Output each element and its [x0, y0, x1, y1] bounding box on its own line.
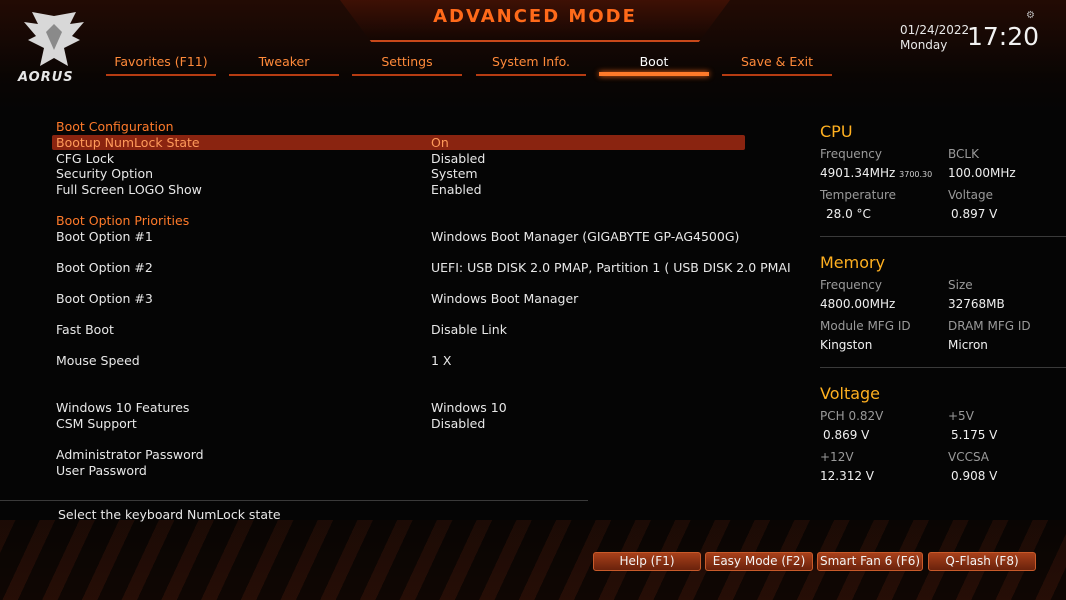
dram-mfg-label: DRAM MFG ID: [948, 319, 1031, 333]
tab-label: Tweaker: [258, 54, 310, 69]
brand-logo-text: AORUS: [18, 70, 74, 85]
setting-value: UEFI: USB DISK 2.0 PMAP, Partition 1 ( U…: [431, 260, 791, 275]
tab-label: Save & Exit: [740, 54, 814, 69]
memory-size-label: Size: [948, 278, 973, 292]
smart-fan-button[interactable]: Smart Fan 6 (F6): [817, 552, 923, 571]
cpu-frequency-main: 4901.34MHz: [820, 166, 896, 180]
setting-bootup-numlock[interactable]: Bootup NumLock State On: [52, 135, 745, 150]
vccsa-label: VCCSA: [948, 450, 990, 464]
setting-full-screen-logo[interactable]: Full Screen LOGO Show Enabled: [52, 182, 745, 197]
cpu-frequency-sub: 3700.30: [899, 170, 933, 179]
setting-value: Disable Link: [431, 322, 507, 337]
setting-boot-option-1[interactable]: Boot Option #1 Windows Boot Manager (GIG…: [52, 229, 745, 244]
section-boot-configuration: Boot Configuration: [52, 119, 745, 134]
date-value: 01/24/2022: [900, 23, 970, 37]
setting-label: CSM Support: [56, 416, 137, 431]
plus12v-value: 12.312 V: [820, 469, 875, 483]
setting-value: Windows 10: [431, 400, 507, 415]
tab-boot[interactable]: Boot: [599, 54, 709, 76]
cpu-voltage-value: 0.897 V: [951, 207, 998, 221]
pch-label: PCH 0.82V: [820, 409, 884, 423]
panel-title: CPU: [820, 122, 853, 141]
help-divider: [0, 500, 588, 501]
setting-value: Enabled: [431, 182, 482, 197]
setting-label: Administrator Password: [56, 447, 204, 462]
panel-separator: [820, 236, 1066, 237]
setting-value: Windows Boot Manager: [431, 291, 579, 306]
setting-label: User Password: [56, 463, 147, 478]
panel-separator: [820, 367, 1066, 368]
setting-value: Disabled: [431, 416, 486, 431]
cpu-voltage-label: Voltage: [948, 188, 994, 202]
plus5v-value: 5.175 V: [951, 428, 998, 442]
setting-label: Full Screen LOGO Show: [56, 182, 202, 197]
setting-label: Boot Option #2: [56, 260, 153, 275]
tab-label: System Info.: [492, 54, 570, 69]
tab-label: Boot: [639, 54, 669, 69]
section-header: Boot Configuration: [56, 119, 174, 134]
tab-save-exit[interactable]: Save & Exit: [722, 54, 832, 76]
tab-label: Favorites (F11): [114, 54, 208, 69]
cpu-frequency-label: Frequency: [820, 147, 882, 161]
setting-value: Windows Boot Manager (GIGABYTE GP-AG4500…: [431, 229, 740, 244]
setting-windows-10-features[interactable]: Windows 10 Features Windows 10: [52, 400, 745, 415]
cpu-temperature-label: Temperature: [820, 188, 897, 202]
setting-label: Bootup NumLock State: [56, 135, 200, 150]
setting-label: Boot Option #1: [56, 229, 153, 244]
cpu-bclk-value: 100.00MHz: [948, 166, 1016, 180]
cpu-bclk-label: BCLK: [948, 147, 979, 161]
setting-csm-support[interactable]: CSM Support Disabled: [52, 416, 745, 431]
setting-label: CFG Lock: [56, 151, 115, 166]
gear-icon[interactable]: ⚙: [1026, 10, 1035, 21]
tab-label: Settings: [381, 54, 433, 69]
setting-mouse-speed[interactable]: Mouse Speed 1 X: [52, 353, 745, 368]
setting-label: Mouse Speed: [56, 353, 140, 368]
setting-label: Boot Option #3: [56, 291, 153, 306]
plus5v-label: +5V: [948, 409, 974, 423]
panel-title: Memory: [820, 253, 886, 272]
tab-settings[interactable]: Settings: [352, 54, 462, 76]
memory-frequency-label: Frequency: [820, 278, 882, 292]
panel-title: Voltage: [820, 384, 881, 403]
tab-tweaker[interactable]: Tweaker: [229, 54, 339, 76]
setting-label: Security Option: [56, 166, 154, 181]
plus12v-label: +12V: [820, 450, 854, 464]
setting-boot-option-2[interactable]: Boot Option #2 UEFI: USB DISK 2.0 PMAP, …: [52, 260, 791, 275]
cpu-frequency-value: 4901.34MHz 3700.30: [820, 166, 932, 180]
setting-label: Fast Boot: [56, 322, 114, 337]
clock: 17:20: [967, 22, 1040, 51]
setting-cfg-lock[interactable]: CFG Lock Disabled: [52, 151, 745, 166]
section-boot-option-priorities: Boot Option Priorities: [52, 213, 745, 228]
setting-value: System: [431, 166, 478, 181]
setting-user-password[interactable]: User Password: [52, 463, 745, 478]
dram-mfg-value: Micron: [948, 338, 988, 352]
easy-mode-button[interactable]: Easy Mode (F2): [705, 552, 813, 571]
setting-value: 1 X: [431, 353, 452, 368]
help-description: Select the keyboard NumLock state: [58, 507, 281, 522]
setting-label: Windows 10 Features: [56, 400, 190, 415]
setting-fast-boot[interactable]: Fast Boot Disable Link: [52, 322, 745, 337]
q-flash-button[interactable]: Q-Flash (F8): [928, 552, 1036, 571]
setting-security-option[interactable]: Security Option System: [52, 166, 745, 181]
setting-boot-option-3[interactable]: Boot Option #3 Windows Boot Manager: [52, 291, 745, 306]
memory-frequency-value: 4800.00MHz: [820, 297, 896, 311]
pch-value: 0.869 V: [823, 428, 870, 442]
section-header: Boot Option Priorities: [56, 213, 190, 228]
cpu-temperature-value: 28.0 °C: [826, 207, 871, 221]
date-display: 01/24/2022 Monday: [900, 23, 969, 53]
weekday-value: Monday: [900, 38, 948, 52]
tab-system-info[interactable]: System Info.: [476, 54, 586, 76]
memory-size-value: 32768MB: [948, 297, 1005, 311]
tab-favorites[interactable]: Favorites (F11): [106, 54, 216, 76]
vccsa-value: 0.908 V: [951, 469, 998, 483]
module-mfg-value: Kingston: [820, 338, 873, 352]
setting-administrator-password[interactable]: Administrator Password: [52, 447, 745, 462]
page-title: ADVANCED MODE: [433, 6, 637, 27]
help-button[interactable]: Help (F1): [593, 552, 701, 571]
setting-value: On: [431, 135, 449, 150]
module-mfg-label: Module MFG ID: [820, 319, 911, 333]
setting-value: Disabled: [431, 151, 486, 166]
